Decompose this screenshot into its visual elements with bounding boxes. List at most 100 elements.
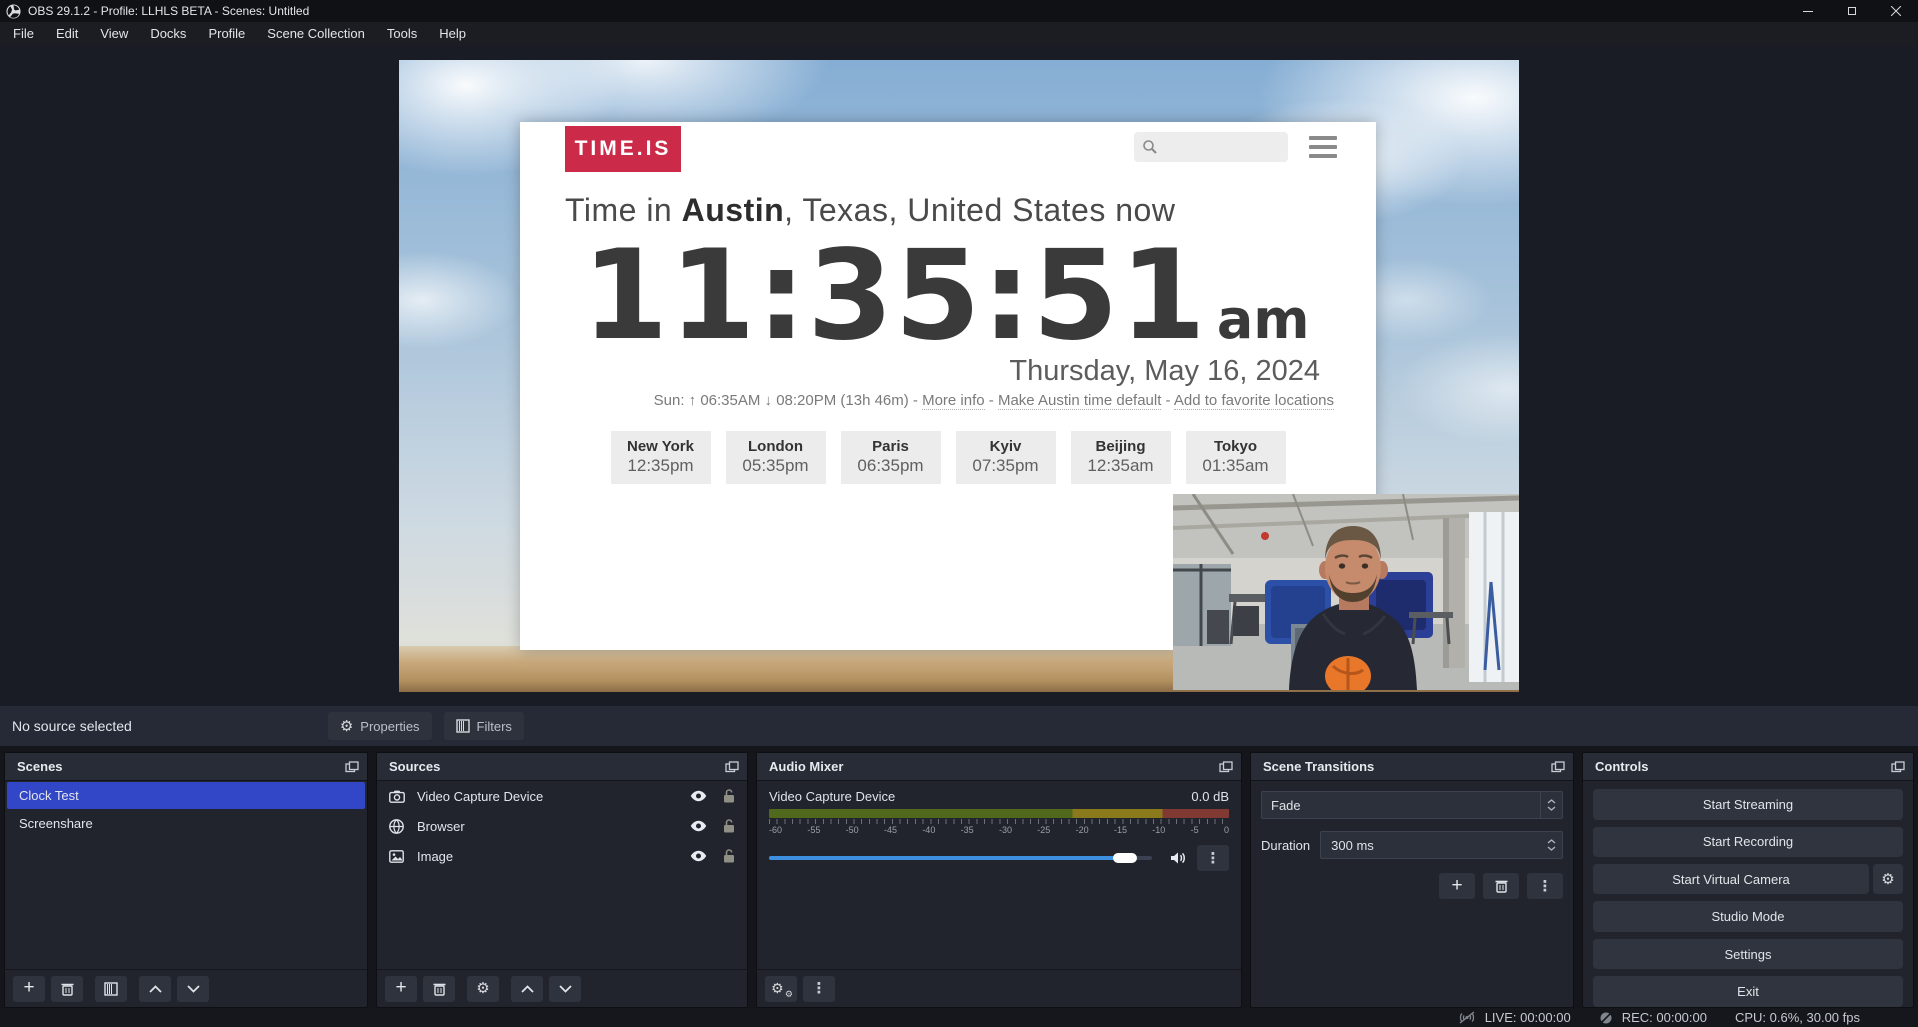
popout-icon[interactable]: [1891, 761, 1905, 773]
source-item-browser[interactable]: Browser: [377, 811, 747, 841]
city-box-london[interactable]: London 05:35pm: [726, 431, 826, 484]
city-box-new-york[interactable]: New York 12:35pm: [611, 431, 711, 484]
lock-open-icon[interactable]: [723, 849, 735, 863]
lock-open-icon[interactable]: [723, 789, 735, 803]
kebab-menu-icon: ⋮: [1538, 879, 1553, 894]
source-properties-button[interactable]: ⚙: [467, 976, 499, 1002]
minimize-button[interactable]: [1786, 0, 1830, 22]
menu-profile[interactable]: Profile: [197, 22, 256, 46]
advanced-audio-button[interactable]: ⚙⚙: [765, 976, 797, 1002]
gear-icon: ⚙: [476, 981, 489, 996]
maximize-button[interactable]: [1830, 0, 1874, 22]
cpu-fps-stats: CPU: 0.6%, 30.00 fps: [1735, 1010, 1860, 1025]
visibility-eye-icon[interactable]: [690, 820, 707, 832]
start-recording-button[interactable]: Start Recording: [1593, 827, 1903, 858]
source-item-image[interactable]: Image: [377, 841, 747, 871]
meter-scale: -60 -55 -50 -45 -40 -35 -30 -25 -20 -15 …: [769, 825, 1229, 835]
program-canvas[interactable]: TIME.IS Time in Austin, Texas, United St…: [399, 60, 1519, 692]
transition-select[interactable]: Fade: [1261, 791, 1563, 819]
volume-slider-handle[interactable]: [1113, 853, 1137, 863]
lock-open-icon[interactable]: [723, 819, 735, 833]
popout-icon[interactable]: [1219, 761, 1233, 773]
volume-slider[interactable]: [769, 856, 1152, 860]
menu-help[interactable]: Help: [428, 22, 477, 46]
heading-city: Austin: [682, 192, 785, 228]
menu-tools[interactable]: Tools: [376, 22, 428, 46]
menu-bar: File Edit View Docks Profile Scene Colle…: [0, 22, 1918, 46]
source-item-video-capture[interactable]: Video Capture Device: [377, 781, 747, 811]
city-time: 06:35pm: [857, 456, 925, 476]
scale-tick: -20: [1076, 825, 1089, 835]
search-icon: [1142, 139, 1158, 155]
popout-icon[interactable]: [725, 761, 739, 773]
add-scene-button[interactable]: +: [13, 976, 45, 1002]
menu-view[interactable]: View: [89, 22, 139, 46]
clock-digits: 11:35:51: [582, 231, 1207, 361]
chevron-down-icon: [187, 985, 200, 993]
filters-button[interactable]: Filters: [444, 712, 524, 740]
studio-mode-button[interactable]: Studio Mode: [1593, 901, 1903, 932]
scale-tick: 0: [1224, 825, 1229, 835]
image-icon: [389, 850, 406, 863]
record-inactive-icon: [1599, 1011, 1613, 1025]
make-default-link[interactable]: Make Austin time default: [998, 392, 1161, 410]
preview-area[interactable]: TIME.IS Time in Austin, Texas, United St…: [0, 46, 1918, 706]
scene-filters-button[interactable]: [95, 976, 127, 1002]
virtual-camera-config-button[interactable]: ⚙: [1873, 864, 1903, 894]
mixer-menu-button[interactable]: ⋮: [803, 976, 835, 1002]
menu-docks[interactable]: Docks: [139, 22, 197, 46]
city-time: 12:35am: [1087, 456, 1155, 476]
exit-button[interactable]: Exit: [1593, 976, 1903, 1007]
move-source-down-button[interactable]: [549, 976, 581, 1002]
popout-icon[interactable]: [1551, 761, 1565, 773]
search-input[interactable]: [1134, 132, 1288, 162]
visibility-eye-icon[interactable]: [690, 790, 707, 802]
popout-icon[interactable]: [345, 761, 359, 773]
properties-button[interactable]: ⚙ Properties: [328, 712, 432, 740]
select-arrows-icon[interactable]: [1540, 792, 1562, 818]
gear-icon: ⚙: [340, 719, 353, 734]
move-scene-down-button[interactable]: [177, 976, 209, 1002]
move-source-up-button[interactable]: [511, 976, 543, 1002]
duration-spinbox[interactable]: 300 ms: [1320, 831, 1563, 859]
scale-tick: -10: [1152, 825, 1165, 835]
scene-item-screenshare[interactable]: Screenshare: [7, 810, 365, 837]
city-box-beijing[interactable]: Beijing 12:35am: [1071, 431, 1171, 484]
close-button[interactable]: [1874, 0, 1918, 22]
start-virtual-camera-button[interactable]: Start Virtual Camera: [1593, 864, 1869, 894]
menu-edit[interactable]: Edit: [45, 22, 89, 46]
menu-file[interactable]: File: [2, 22, 45, 46]
obs-logo-icon: [6, 4, 21, 19]
dock-row: Scenes Clock Test Screenshare +: [0, 746, 1918, 1008]
live-timer: LIVE: 00:00:00: [1485, 1010, 1571, 1025]
scale-tick: -15: [1114, 825, 1127, 835]
mixer-channel-menu-button[interactable]: ⋮: [1197, 845, 1229, 871]
status-bar: LIVE: 00:00:00 REC: 00:00:00 CPU: 0.6%, …: [0, 1008, 1918, 1027]
more-info-link[interactable]: More info: [922, 392, 985, 410]
speaker-icon[interactable]: [1170, 851, 1187, 865]
start-streaming-button[interactable]: Start Streaming: [1593, 789, 1903, 820]
scene-item-clock-test[interactable]: Clock Test: [7, 782, 365, 809]
menu-scene-collection[interactable]: Scene Collection: [256, 22, 376, 46]
move-scene-up-button[interactable]: [139, 976, 171, 1002]
trash-icon: [1495, 879, 1508, 893]
transition-menu-button[interactable]: ⋮: [1527, 873, 1563, 899]
city-box-tokyo[interactable]: Tokyo 01:35am: [1186, 431, 1286, 484]
visibility-eye-icon[interactable]: [690, 850, 707, 862]
timeis-clock: 11:35:51 am: [582, 231, 1376, 361]
city-box-kyiv[interactable]: Kyiv 07:35pm: [956, 431, 1056, 484]
remove-transition-button[interactable]: [1483, 873, 1519, 899]
settings-button[interactable]: Settings: [1593, 939, 1903, 970]
heading-suffix: , Texas, United States now: [784, 192, 1175, 228]
remove-source-button[interactable]: [423, 976, 455, 1002]
add-transition-button[interactable]: +: [1439, 873, 1475, 899]
spinner-arrows-icon[interactable]: [1540, 839, 1562, 851]
globe-icon: [389, 819, 406, 834]
remove-scene-button[interactable]: [51, 976, 83, 1002]
scale-tick: -25: [1037, 825, 1050, 835]
add-favorite-link[interactable]: Add to favorite locations: [1174, 392, 1334, 410]
add-source-button[interactable]: +: [385, 976, 417, 1002]
hamburger-menu-icon[interactable]: [1309, 136, 1337, 158]
city-box-paris[interactable]: Paris 06:35pm: [841, 431, 941, 484]
timeis-sun-line: Sun: ↑ 06:35AM ↓ 08:20PM (13h 46m) - Mor…: [520, 392, 1334, 409]
